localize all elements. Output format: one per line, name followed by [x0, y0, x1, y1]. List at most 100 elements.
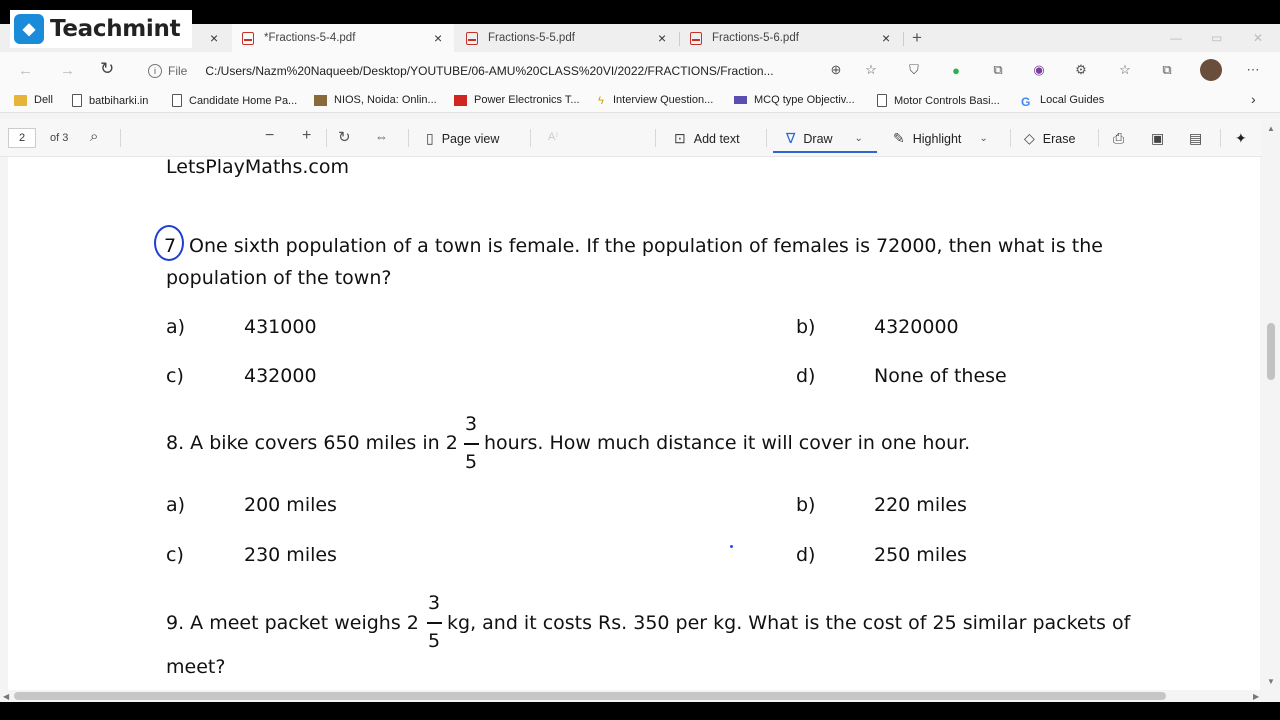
question-9-prefix: 9. A meet packet weighs 2: [166, 612, 419, 634]
tracking-icon[interactable]: ☆: [863, 62, 879, 78]
tab-fractions-5-5[interactable]: Fractions-5-5.pdf ×: [456, 24, 678, 52]
puzzle-icon[interactable]: ⚙: [1073, 62, 1089, 78]
scroll-up-icon[interactable]: ▲: [1267, 124, 1275, 133]
chevron-down-icon[interactable]: ⌄: [979, 133, 987, 144]
q7-option-key: a): [166, 316, 186, 338]
zoom-in-icon[interactable]: +: [302, 127, 311, 145]
q8-option-key: c): [166, 544, 184, 566]
new-tab-button[interactable]: +: [912, 24, 932, 52]
tab-fractions-5-6[interactable]: Fractions-5-6.pdf ×: [680, 24, 902, 52]
print-icon[interactable]: ⎙: [1113, 130, 1124, 147]
bookmark-local-guides[interactable]: G Local Guides: [1021, 94, 1104, 109]
q7-option-value: None of these: [874, 365, 1007, 387]
scroll-right-icon[interactable]: ▶: [1253, 692, 1259, 701]
bookmark-interview-questions[interactable]: ϟ Interview Question...: [598, 94, 714, 107]
bookmark-label: Power Electronics T...: [474, 94, 580, 106]
question-9-line-2: meet?: [166, 656, 226, 678]
draw-label: Draw: [803, 131, 833, 146]
add-text-label: Add text: [693, 131, 740, 146]
more-icon[interactable]: ⋯: [1245, 62, 1261, 78]
question-9-suffix: kg, and it costs Rs. 350 per kg. What is…: [447, 612, 1131, 634]
pdf-toolbar: 2 of 3 ⌕ − + ↻ ⇔ ▯ Page view A⁾ ⊡ Add te…: [0, 119, 1280, 157]
q7-option-value: 4320000: [874, 316, 959, 338]
tab-fractions-5-4[interactable]: *Fractions-5-4.pdf ×: [232, 24, 454, 52]
scroll-left-icon[interactable]: ◀: [3, 692, 9, 701]
extension-2-icon[interactable]: ◉: [1031, 62, 1047, 78]
question-7-line-1: One sixth population of a town is female…: [189, 235, 1103, 257]
toolbar-separator: [326, 129, 327, 147]
highlight-button[interactable]: ✎ Highlight ⌄: [893, 130, 988, 147]
scroll-down-icon[interactable]: ▼: [1267, 677, 1275, 686]
horizontal-scroll-thumb[interactable]: [14, 692, 1166, 700]
bookmark-dell[interactable]: Dell: [14, 94, 53, 106]
question-7-line-2: population of the town?: [166, 267, 392, 289]
teachmint-logo: ◆ Teachmint: [10, 10, 192, 48]
close-icon[interactable]: ×: [882, 30, 890, 46]
rotate-icon[interactable]: ↻: [338, 128, 351, 146]
q7-option-value: 431000: [244, 316, 317, 338]
q8-fraction-bar: [464, 443, 479, 445]
minimize-icon[interactable]: —: [1170, 31, 1182, 45]
chevron-down-icon[interactable]: ⌄: [855, 133, 863, 144]
toolbar-separator: [408, 129, 409, 147]
vertical-scrollbar[interactable]: [1262, 120, 1280, 690]
chevron-right-icon[interactable]: ›: [1251, 91, 1256, 107]
highlight-icon: ✎: [893, 130, 905, 146]
close-icon[interactable]: ×: [210, 30, 218, 46]
refresh-icon[interactable]: ↻: [100, 59, 114, 79]
forward-icon[interactable]: →: [60, 62, 75, 79]
bookmark-batbiharki[interactable]: batbiharki.in: [72, 94, 148, 107]
page-icon: [72, 94, 82, 107]
q8-fraction-denominator: 5: [464, 451, 478, 473]
close-icon[interactable]: ×: [658, 30, 666, 46]
q8-option-key: b): [796, 494, 816, 516]
toolbar-separator: [120, 129, 121, 147]
grammarly-icon[interactable]: ●: [948, 62, 964, 78]
shield-icon[interactable]: ⛉: [906, 62, 922, 78]
q8-option-key: d): [796, 544, 816, 566]
erase-label: Erase: [1042, 131, 1076, 146]
zoom-out-icon[interactable]: −: [265, 127, 274, 145]
favorites-icon[interactable]: ☆: [1117, 62, 1133, 78]
draw-active-indicator: [773, 151, 877, 153]
maximize-icon[interactable]: ▭: [1211, 31, 1222, 45]
pdf-icon: [242, 31, 254, 45]
pin-icon[interactable]: ✦: [1235, 130, 1247, 147]
toolbar-separator: [1010, 129, 1011, 147]
bookmark-power-electronics[interactable]: Power Electronics T...: [454, 94, 580, 106]
extension-icon[interactable]: ⧉: [990, 62, 1006, 78]
bookmark-label: Interview Question...: [613, 94, 714, 106]
save-as-icon[interactable]: ▤: [1189, 130, 1202, 147]
close-window-icon[interactable]: ✕: [1253, 31, 1263, 45]
bookmark-candidate-home[interactable]: Candidate Home Pa...: [172, 94, 297, 107]
bookmark-mcq[interactable]: MCQ type Objectiv...: [734, 94, 855, 106]
q9-fraction-numerator: 3: [427, 592, 441, 614]
toolbar-separator: [1098, 129, 1099, 147]
search-icon[interactable]: ⌕: [90, 128, 98, 145]
page-number-input[interactable]: 2: [8, 128, 36, 148]
back-icon[interactable]: ←: [18, 62, 33, 79]
question-8-prefix: 8. A bike covers 650 miles in 2: [166, 432, 458, 454]
save-icon[interactable]: ▣: [1151, 130, 1164, 147]
bookmark-motor-controls[interactable]: Motor Controls Basi...: [877, 94, 1000, 107]
close-icon[interactable]: ×: [434, 30, 442, 46]
zoom-icon[interactable]: ⊕: [828, 62, 844, 78]
collections-icon[interactable]: ⧉: [1159, 62, 1175, 78]
url-text[interactable]: C:/Users/Nazm%20Naqueeb/Desktop/YOUTUBE/…: [205, 64, 805, 78]
erase-button[interactable]: ◇ Erase: [1024, 130, 1075, 147]
tab-strip: *Fractions-5-4.pdf × Fractions-5-5.pdf ×…: [0, 24, 1280, 52]
draw-button[interactable]: ∇ Draw ⌄: [786, 130, 863, 147]
address-field[interactable]: i File C:/Users/Nazm%20Naqueeb/Desktop/Y…: [140, 58, 852, 84]
page-view-button[interactable]: ▯ Page view: [426, 130, 499, 147]
bookmark-nios[interactable]: NIOS, Noida: Onlin...: [314, 94, 437, 106]
q8-option-value: 200 miles: [244, 494, 337, 516]
q7-option-key: d): [796, 365, 816, 387]
page-view-label: Page view: [441, 131, 500, 146]
google-icon: G: [1021, 94, 1031, 109]
add-text-button[interactable]: ⊡ Add text: [674, 130, 740, 147]
info-icon[interactable]: i: [148, 64, 162, 78]
fit-page-icon[interactable]: ⇔: [375, 129, 388, 144]
avatar[interactable]: [1200, 59, 1222, 81]
toolbar-separator: [655, 129, 656, 147]
vertical-scroll-thumb[interactable]: [1267, 323, 1275, 380]
